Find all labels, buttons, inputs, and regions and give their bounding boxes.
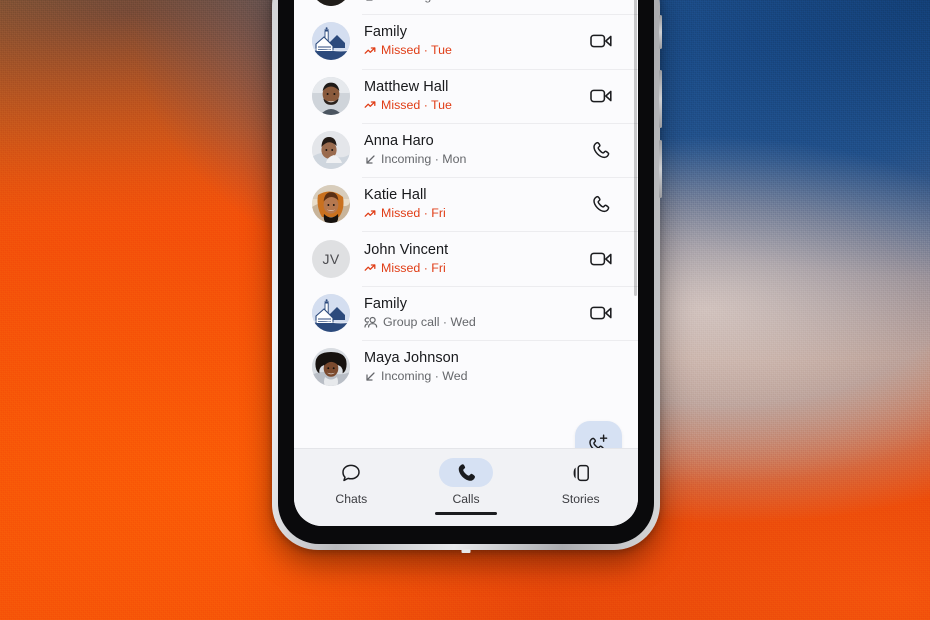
chat-bubble-icon: [342, 464, 361, 481]
video-camera-icon: [590, 306, 612, 320]
incoming-arrow-icon: [366, 154, 375, 164]
missed-call-icon: [364, 264, 376, 271]
call-status: Incoming · Wed: [364, 369, 618, 384]
video-call-button[interactable]: [584, 296, 618, 330]
avatar-family: [312, 293, 350, 332]
tab-stories[interactable]: Stories: [523, 458, 638, 506]
phone-device: Roommates Incoming · 7m Join: [272, 0, 662, 553]
screenshot-canvas: Roommates Incoming · 7m Join: [0, 0, 930, 620]
call-info: Roommates Incoming · 7m: [364, 0, 553, 4]
tab-chats[interactable]: Chats: [294, 458, 409, 506]
contact-name: Family: [364, 24, 407, 41]
call-status: Missed · Tue: [364, 43, 584, 58]
tab-chats-pill: [324, 458, 378, 487]
contact-name: Maya Johnson: [364, 350, 459, 367]
device-bottom-notch: [461, 549, 471, 553]
contact-name: Family: [364, 295, 407, 312]
phone-bezel: Roommates Incoming · 7m Join: [278, 0, 654, 544]
video-camera-icon: [590, 35, 612, 48]
incoming-arrow-icon: [366, 0, 373, 1]
contact-name: Katie Hall: [364, 187, 427, 204]
contact-name: Anna Haro: [364, 133, 434, 150]
call-status-text: Missed · Tue: [381, 97, 452, 112]
call-list-item-katie-hall[interactable]: Katie Hall Missed · Fri: [294, 177, 638, 231]
incoming-arrow-icon: [366, 372, 375, 381]
call-info: Katie Hall Missed · Fri: [364, 187, 584, 221]
call-status: Missed · Fri: [364, 261, 584, 276]
tab-stories-label: Stories: [561, 492, 600, 506]
call-status-text: Incoming · Mon: [381, 152, 467, 167]
call-list-item-anna-haro[interactable]: Anna Haro Incoming · Mon: [294, 122, 638, 177]
device-side-button-mute[interactable]: [659, 15, 662, 49]
call-info: John Vincent Missed · Fri: [364, 242, 584, 276]
call-status: Incoming · 7m: [364, 0, 553, 4]
call-list-item-family-missed[interactable]: Family Missed · Tue: [294, 14, 638, 68]
contact-name: John Vincent: [364, 241, 449, 258]
call-info: Family Group call · Wed: [364, 296, 584, 330]
tab-chats-label: Chats: [335, 492, 368, 506]
call-list-item-family-group[interactable]: Family Group call · Wed: [294, 285, 638, 340]
call-info: Maya Johnson Incoming · Wed: [364, 350, 618, 384]
call-list-item-maya-johnson[interactable]: Maya Johnson Incoming · Wed: [294, 340, 638, 394]
avatar-anna-haro: [312, 131, 350, 170]
contact-name: Matthew Hall: [364, 78, 449, 95]
call-list-item-roommates[interactable]: Roommates Incoming · 7m Join: [294, 0, 638, 14]
avatar-matthew-hall: [312, 76, 350, 115]
missed-call-icon: [364, 101, 376, 109]
phone-icon: [593, 196, 610, 213]
call-status: Missed · Tue: [364, 98, 584, 113]
call-info: Family Missed · Tue: [364, 24, 584, 58]
call-status-text: Missed · Fri: [381, 206, 446, 221]
avatar-initials: JV: [312, 239, 350, 278]
phone-icon: [593, 141, 610, 159]
device-side-button-volume-up[interactable]: [659, 70, 662, 128]
call-status-text: Incoming · 7m: [381, 0, 460, 4]
avatar-family: [312, 22, 350, 61]
phone-screen: Roommates Incoming · 7m Join: [294, 0, 638, 526]
tab-stories-pill: [554, 458, 608, 487]
avatar-maya-johnson: [312, 348, 350, 387]
video-camera-icon: [590, 89, 612, 103]
audio-call-button[interactable]: [584, 187, 618, 221]
bottom-navigation-bar[interactable]: Chats Calls Stories: [294, 448, 638, 526]
call-status: Missed · Fri: [364, 206, 584, 221]
stories-card-icon: [573, 464, 589, 481]
video-call-button[interactable]: [584, 24, 618, 58]
phone-icon: [458, 464, 475, 481]
avatar-katie-hall: [312, 185, 350, 224]
tab-calls[interactable]: Calls: [409, 458, 524, 506]
missed-call-icon: [364, 47, 376, 54]
call-info: Matthew Hall Missed · Tue: [364, 79, 584, 113]
group-people-icon: [364, 317, 378, 329]
audio-call-button[interactable]: [584, 133, 618, 167]
avatar-roommates: [312, 0, 350, 7]
tab-calls-label: Calls: [452, 492, 480, 506]
video-camera-icon: [590, 252, 612, 265]
call-status: Group call · Wed: [364, 315, 584, 330]
call-list-item-matthew-hall[interactable]: Matthew Hall Missed · Tue: [294, 68, 638, 123]
call-status: Incoming · Mon: [364, 152, 584, 167]
call-info: Anna Haro Incoming · Mon: [364, 133, 584, 167]
tab-calls-pill: [439, 458, 493, 487]
scrollbar[interactable]: [634, 0, 637, 296]
missed-call-icon: [364, 210, 376, 217]
home-indicator[interactable]: [435, 512, 497, 515]
video-call-button[interactable]: [584, 79, 618, 113]
call-status-text: Missed · Fri: [381, 260, 446, 275]
call-status-text: Incoming · Wed: [381, 369, 468, 384]
calls-list[interactable]: Roommates Incoming · 7m Join: [294, 0, 638, 402]
call-status-text: Group call · Wed: [383, 314, 476, 329]
call-status-text: Missed · Tue: [381, 43, 452, 58]
avatar-john-vincent: JV: [312, 239, 350, 278]
video-call-button[interactable]: [584, 242, 618, 276]
device-side-button-power[interactable]: [659, 140, 662, 198]
call-list-item-john-vincent[interactable]: JV John Vincent Missed · Fri: [294, 231, 638, 285]
